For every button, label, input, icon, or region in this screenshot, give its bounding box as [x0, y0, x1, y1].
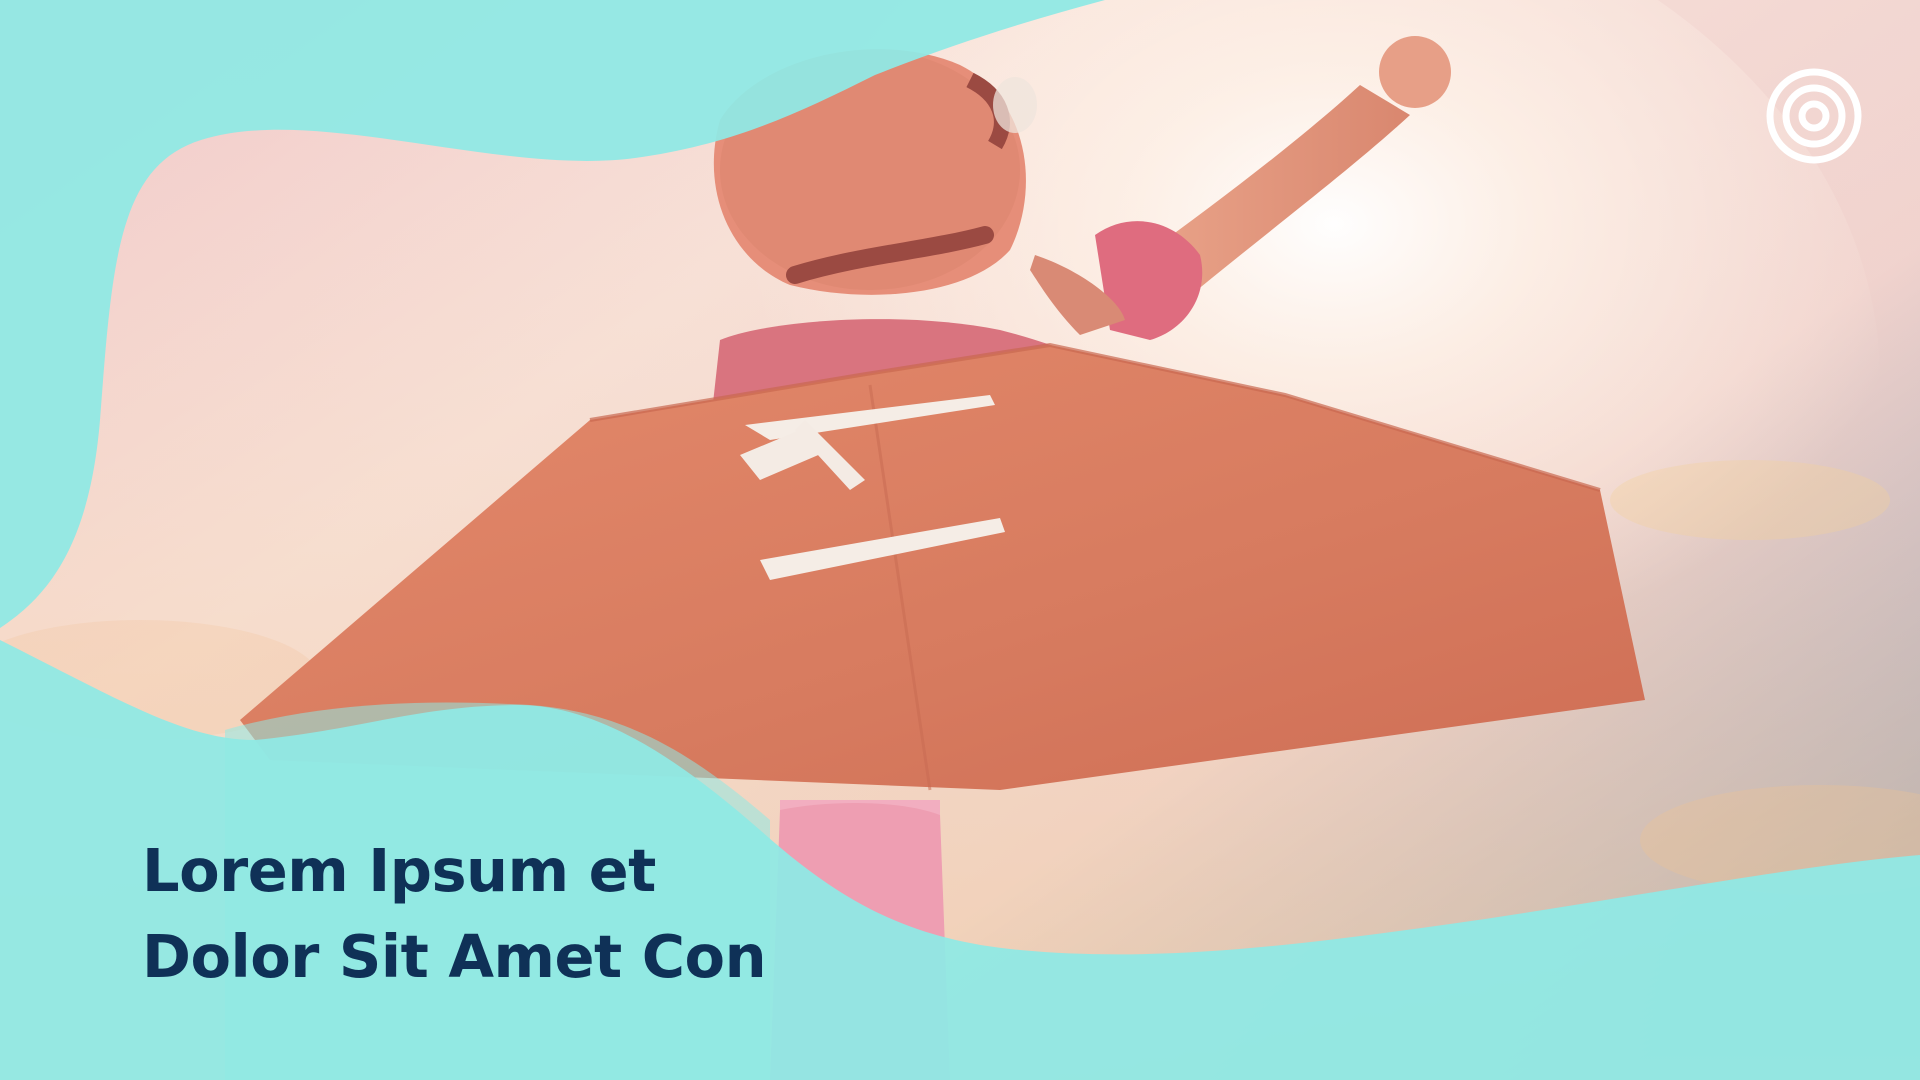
slide: Lorem Ipsum et Dolor Sit Amet Con: [0, 0, 1920, 1080]
concentric-circles-icon: [1766, 68, 1862, 164]
slide-title: Lorem Ipsum et Dolor Sit Amet Con: [142, 828, 902, 1000]
slide-title-line-1: Lorem Ipsum et: [142, 836, 656, 905]
slide-title-line-2: Dolor Sit Amet Con: [142, 922, 767, 991]
